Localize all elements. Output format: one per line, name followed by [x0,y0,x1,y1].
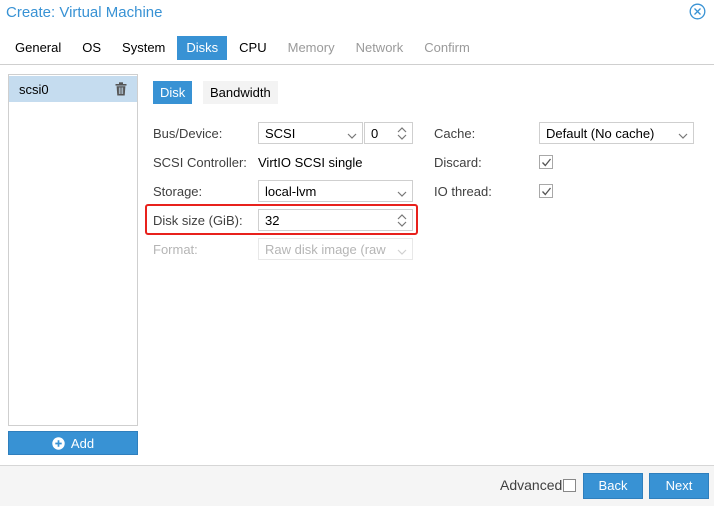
scsi-controller-value: VirtIO SCSI single [258,155,363,170]
bus-device-label: Bus/Device: [153,126,223,141]
tab-bandwidth[interactable]: Bandwidth [203,81,278,104]
format-label: Format: [153,242,198,257]
chevron-down-icon [347,129,357,139]
plus-circle-icon [52,436,65,450]
device-value: 0 [371,126,379,141]
tab-disks[interactable]: Disks [177,36,228,60]
storage-select[interactable]: local-lvm [258,180,413,202]
cache-select[interactable]: Default (No cache) [539,122,694,144]
add-button-label: Add [70,435,95,451]
cache-value: Default (No cache) [546,126,655,141]
format-value: Raw disk image (raw [265,242,386,257]
disk-item-label: scsi0 [19,82,49,97]
dialog-footer: Advanced Back Next [0,465,714,506]
tab-cpu[interactable]: CPU [230,36,275,60]
disk-list: scsi0 [8,74,138,426]
title-bar: Create: Virtual Machine [0,0,714,26]
tab-divider [0,64,714,65]
next-button[interactable]: Next [649,473,709,499]
window-title: Create: Virtual Machine [6,4,163,21]
chevron-down-icon [397,187,407,197]
tab-network: Network [355,40,404,55]
bus-select[interactable]: SCSI [258,122,363,144]
advanced-checkbox[interactable] [563,479,576,492]
storage-label: Storage: [153,184,203,199]
back-button[interactable]: Back [583,473,643,499]
tab-confirm: Confirm [424,40,470,55]
spinner-arrows-icon[interactable] [397,127,407,140]
discard-label: Discard: [434,155,482,170]
chevron-down-icon [397,245,407,255]
tab-disk[interactable]: Disk [153,81,193,104]
tab-memory: Memory [287,40,335,55]
io-thread-checkbox[interactable] [539,184,553,198]
tab-system[interactable]: System [113,36,174,60]
bus-value: SCSI [265,126,296,141]
close-circle-icon[interactable] [689,3,706,20]
chevron-down-icon [678,129,688,139]
wizard-tabs: General OS System Disks CPU Memory Netwo… [6,36,482,60]
cache-label: Cache: [434,126,476,141]
list-item-scsi0[interactable]: scsi0 [9,76,137,102]
device-number-spinner[interactable]: 0 [364,122,413,144]
tab-os[interactable]: OS [73,36,110,60]
scsi-controller-label: SCSI Controller: [153,155,247,170]
io-thread-label: IO thread: [434,184,492,199]
disk-size-highlight [145,204,418,235]
trash-icon[interactable] [115,82,127,96]
tab-general[interactable]: General [6,36,70,60]
add-disk-button[interactable]: Add [8,431,138,455]
discard-checkbox[interactable] [539,155,553,169]
format-select: Raw disk image (raw [258,238,413,260]
advanced-label: Advanced [500,477,563,493]
storage-value: local-lvm [265,184,317,199]
